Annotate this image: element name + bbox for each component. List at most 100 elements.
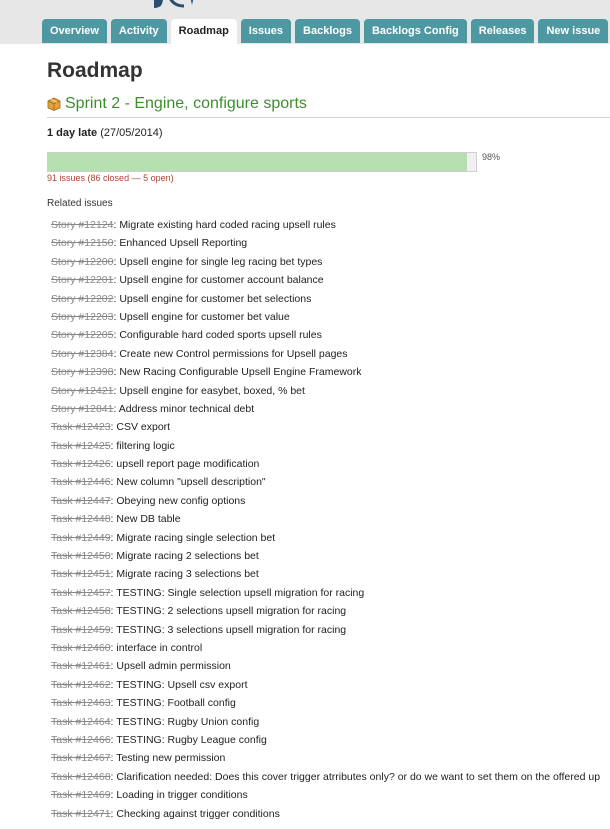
issue-link[interactable]: Story #12421: [51, 385, 113, 397]
issue-link[interactable]: Story #12150: [51, 237, 113, 249]
tab-backlogs[interactable]: Backlogs: [295, 19, 360, 43]
issue-title: Clarification needed: Does this cover tr…: [116, 770, 601, 783]
issue-row: Task #12463: TESTING: Football config: [51, 697, 600, 715]
issue-link[interactable]: Story #12384: [51, 348, 113, 360]
issue-link[interactable]: Task #12423: [51, 421, 111, 433]
issue-row: Task #12461: Upsell admin permission: [51, 660, 600, 678]
issue-link[interactable]: Task #12457: [51, 587, 111, 599]
issue-row: Task #12458: TESTING: 2 selections upsel…: [51, 605, 600, 623]
issue-row: Task #12449: Migrate racing single selec…: [51, 532, 600, 550]
issue-link[interactable]: Story #12200: [51, 256, 113, 268]
issue-row: Task #12467: Testing new permission: [51, 752, 600, 770]
related-issues-list: Story #12124: Migrate existing hard code…: [51, 219, 600, 826]
issue-row: Task #12451: Migrate racing 3 selections…: [51, 568, 600, 586]
progress-bar: [47, 152, 477, 172]
issue-row: Task #12460: interface in control: [51, 642, 600, 660]
issue-link[interactable]: Task #12467: [51, 752, 111, 764]
tab-backlogs-config[interactable]: Backlogs Config: [363, 19, 467, 43]
logo: [150, 0, 220, 10]
issue-link[interactable]: Task #12468: [51, 771, 111, 783]
issue-title: Loading in trigger conditions: [116, 789, 248, 802]
tab-releases[interactable]: Releases: [470, 19, 535, 43]
issue-link[interactable]: Task #12460: [51, 642, 111, 654]
issue-row: Story #12398: New Racing Configurable Up…: [51, 366, 600, 384]
late-label: 1 day late: [47, 127, 98, 139]
issue-row: Task #12464: TESTING: Rugby Union config: [51, 716, 600, 734]
issue-row: Story #12384: Create new Control permiss…: [51, 348, 600, 366]
issue-link[interactable]: Story #12205: [51, 329, 113, 341]
header-band: Overview Activity Roadmap Issues Backlogs Bac…: [0, 0, 610, 44]
issue-link[interactable]: Task #12426: [51, 458, 111, 470]
issue-link[interactable]: Story #12398: [51, 366, 113, 378]
issue-row: Story #12202: Upsell engine for customer…: [51, 293, 600, 311]
issue-row: Task #12450: Migrate racing 2 selections…: [51, 550, 600, 568]
issue-link[interactable]: Story #12201: [51, 274, 113, 286]
issue-row: Story #12201: Upsell engine for customer…: [51, 274, 600, 292]
tab-new-issue[interactable]: New issue: [538, 19, 609, 43]
issue-stats: 91 issues (86 closed — 5 open): [47, 173, 174, 183]
issue-row: Task #12471: Checking against trigger co…: [51, 808, 600, 826]
issue-title: filtering logic: [116, 439, 175, 452]
issue-link[interactable]: Story #12841: [51, 403, 113, 415]
issue-row: Story #12421: Upsell engine for easybet,…: [51, 385, 600, 403]
issue-link[interactable]: Task #12471: [51, 808, 111, 820]
issue-link[interactable]: Task #12463: [51, 697, 111, 709]
issues-count-link[interactable]: 91 issues: [47, 173, 85, 183]
issue-link[interactable]: Task #12446: [51, 476, 111, 488]
version-link[interactable]: Sprint 2 - Engine, configure sports: [65, 95, 307, 113]
package-icon: [47, 97, 61, 116]
issue-row: Story #12203: Upsell engine for customer…: [51, 311, 600, 329]
issue-link[interactable]: Task #12469: [51, 789, 111, 801]
issue-link[interactable]: Task #12462: [51, 679, 111, 691]
issue-link[interactable]: Task #12466: [51, 734, 111, 746]
issue-row: Story #12205: Configurable hard coded sp…: [51, 329, 600, 347]
issue-title: New Racing Configurable Upsell Engine Fr…: [119, 366, 362, 379]
issue-link[interactable]: Task #12459: [51, 624, 111, 636]
tab-roadmap[interactable]: Roadmap: [170, 19, 237, 44]
issue-row: Story #12150: Enhanced Upsell Reporting: [51, 237, 600, 255]
issues-breakdown[interactable]: (86 closed — 5 open): [88, 173, 174, 183]
issue-title: New column "upsell description": [116, 476, 266, 489]
issue-link[interactable]: Task #12449: [51, 532, 111, 544]
issue-row: Story #12841: Address minor technical de…: [51, 403, 600, 421]
issue-row: Story #12124: Migrate existing hard code…: [51, 219, 600, 237]
issue-title: upsell report page modification: [116, 458, 260, 471]
issue-title: CSV export: [116, 421, 171, 434]
issue-row: Task #12462: TESTING: Upsell csv export: [51, 679, 600, 697]
issue-link[interactable]: Story #12203: [51, 311, 113, 323]
issue-link[interactable]: Task #12425: [51, 440, 111, 452]
issue-row: Story #12200: Upsell engine for single l…: [51, 256, 600, 274]
issue-row: Task #12468: Clarification needed: Does …: [51, 771, 600, 789]
issue-link[interactable]: Task #12461: [51, 660, 111, 672]
page-title: Roadmap: [47, 59, 143, 82]
issue-row: Task #12448: New DB table: [51, 513, 600, 531]
issue-link[interactable]: Task #12464: [51, 716, 111, 728]
issue-link[interactable]: Task #12458: [51, 605, 111, 617]
issue-link[interactable]: Task #12448: [51, 513, 111, 525]
issue-title: Testing new permission: [116, 752, 226, 765]
issue-title: Upsell engine for customer bet value: [119, 310, 290, 323]
issue-link[interactable]: Task #12451: [51, 568, 111, 580]
issue-title: TESTING: Football config: [116, 697, 236, 710]
issue-title: New DB table: [116, 513, 181, 526]
issue-link[interactable]: Story #12202: [51, 293, 113, 305]
issue-row: Task #12447: Obeying new config options: [51, 495, 600, 513]
issue-title: TESTING: 2 selections upsell migration f…: [116, 605, 347, 618]
version-heading: Sprint 2 - Engine, configure sports: [47, 95, 610, 118]
issue-title: Migrate racing single selection bet: [116, 531, 276, 544]
issue-title: Upsell engine for single leg racing bet …: [119, 255, 323, 268]
issue-title: Configurable hard coded sports upsell ru…: [119, 329, 322, 342]
progress-percent: 98%: [482, 152, 501, 162]
issue-title: Upsell admin permission: [116, 660, 231, 673]
issue-link[interactable]: Task #12447: [51, 495, 111, 507]
issue-row: Task #12423: CSV export: [51, 421, 600, 439]
issue-title: Enhanced Upsell Reporting: [119, 237, 248, 250]
issue-link[interactable]: Task #12450: [51, 550, 111, 562]
tab-overview[interactable]: Overview: [42, 19, 107, 43]
issue-link[interactable]: Story #12124: [51, 219, 113, 231]
issue-title: Address minor technical debt: [118, 402, 255, 415]
issue-row: Task #12469: Loading in trigger conditio…: [51, 789, 600, 807]
tab-activity[interactable]: Activity: [110, 19, 167, 43]
issue-row: Task #12459: TESTING: 3 selections upsel…: [51, 624, 600, 642]
tab-issues[interactable]: Issues: [240, 19, 292, 43]
